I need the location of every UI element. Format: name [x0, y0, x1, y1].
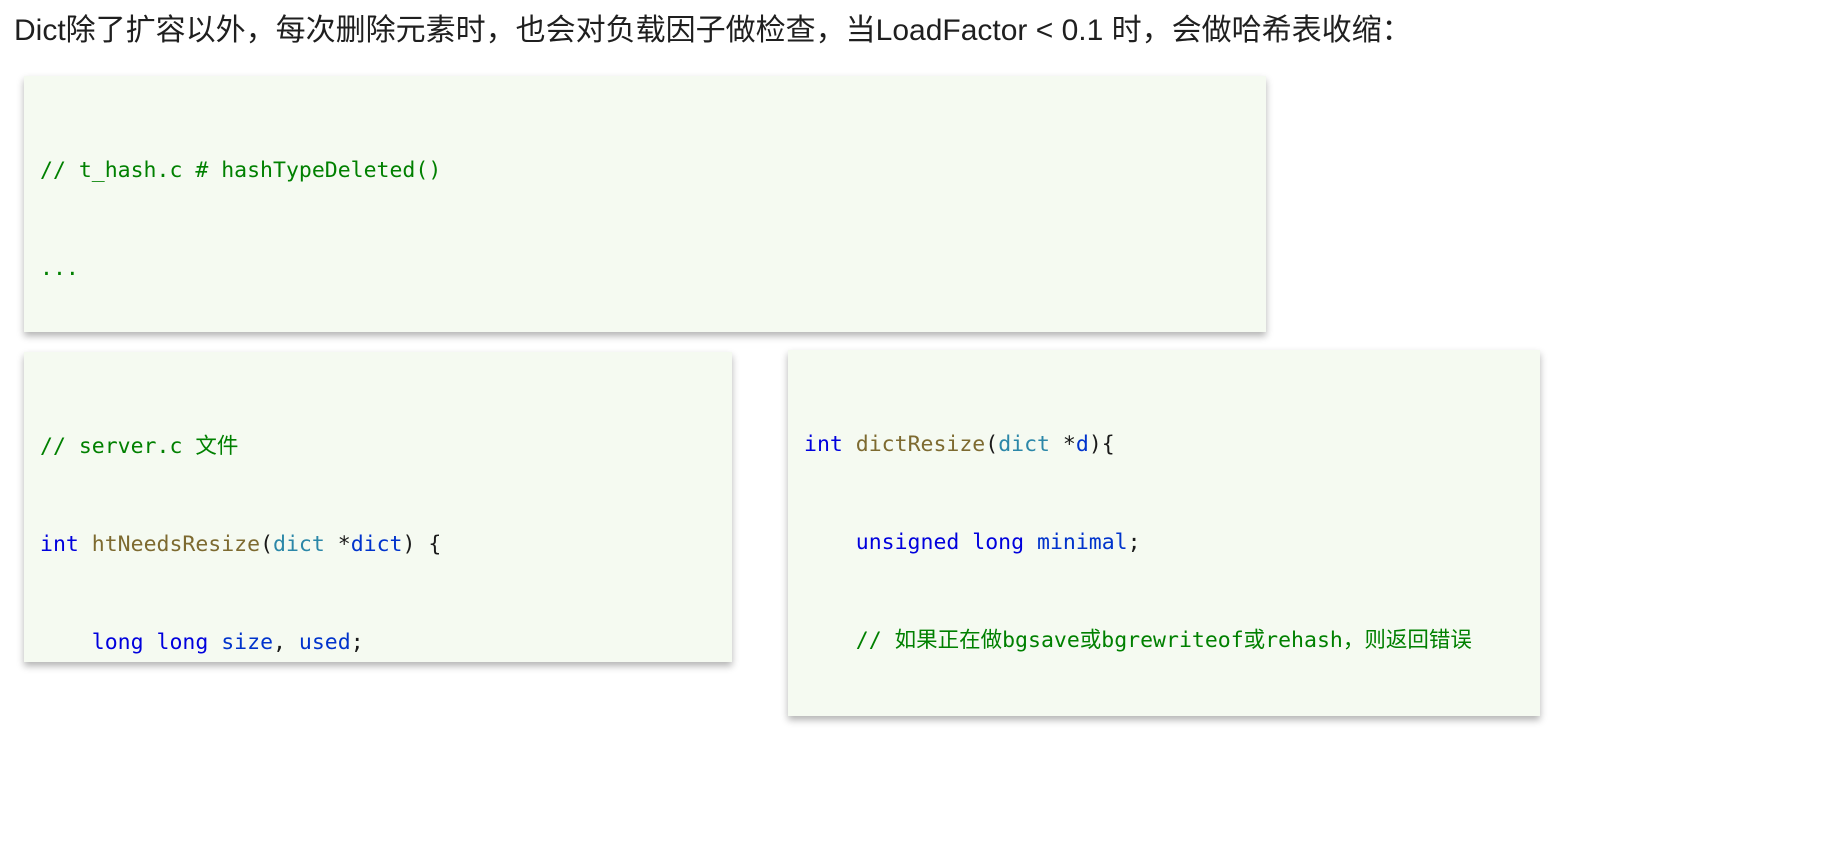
code-line: int dictResize(dict *d){ — [804, 432, 1115, 458]
code-line: // server.c 文件 — [40, 434, 239, 460]
code-line: // t_hash.c # hashTypeDeleted() — [40, 158, 442, 184]
code-line: unsigned long minimal; — [855, 529, 1141, 555]
page-title: Dict除了扩容以外，每次删除元素时，也会对负载因子做检查，当LoadFacto… — [14, 14, 1412, 47]
code-line: int htNeedsResize(dict *dict) { — [40, 531, 442, 557]
code-line: ... — [40, 255, 79, 281]
code-line: // 如果正在做bgsave或bgrewriteof或rehash，则返回错误 — [855, 627, 1472, 653]
code-block-t-hash: // t_hash.c # hashTypeDeleted() ... if (… — [24, 76, 1266, 332]
code-line: long long size, used; — [91, 629, 364, 655]
slide-page: Dict除了扩容以外，每次删除元素时，也会对负载因子做检查，当LoadFacto… — [0, 0, 1844, 849]
code-block-server-c: // server.c 文件 int htNeedsResize(dict *d… — [24, 352, 732, 662]
code-block-dict-resize: int dictResize(dict *d){ unsigned long m… — [788, 350, 1540, 716]
